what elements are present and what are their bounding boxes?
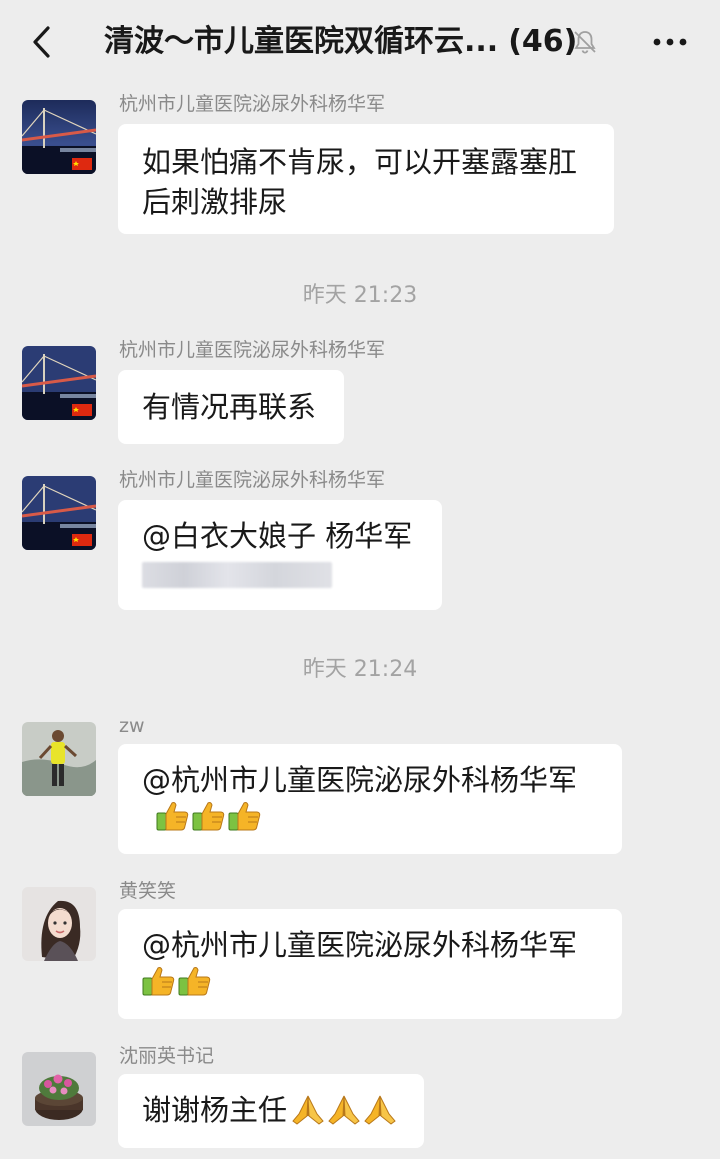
message-text: @白衣大娘子 杨华军: [142, 519, 413, 553]
message-text-line: 如果怕痛不肯尿，可以开塞露塞肛: [142, 145, 578, 179]
sender-name: 杭州市儿童医院泌尿外科杨华军: [119, 469, 386, 491]
bridge-avatar-icon: [22, 476, 96, 550]
avatar[interactable]: [22, 476, 96, 550]
sender-name: 杭州市儿童医院泌尿外科杨华军: [119, 339, 386, 361]
chat-title: 清波～市儿童医院双循环云... (46): [104, 22, 577, 62]
woman-avatar-icon: [22, 887, 96, 961]
thumbs-up-icon: [192, 802, 225, 831]
message-bubble[interactable]: 有情况再联系: [118, 370, 344, 444]
blurred-content: [142, 562, 332, 588]
message-bubble[interactable]: 谢谢杨主任: [118, 1074, 424, 1148]
thumbs-up-icon: [228, 802, 261, 831]
flower-pot-avatar-icon: [22, 1052, 96, 1126]
member-count: (46): [508, 24, 578, 59]
message-content: 谢谢杨主任: [142, 1090, 400, 1130]
chevron-left-icon: [33, 26, 50, 58]
bridge-avatar-icon: [22, 100, 96, 174]
message-bubble[interactable]: @杭州市儿童医院泌尿外科杨华军: [118, 744, 622, 854]
group-name: 清波～市儿童医院双循环云...: [104, 24, 499, 59]
bridge-avatar-icon: [22, 346, 96, 420]
message-text: @杭州市儿童医院泌尿外科杨华军: [142, 763, 578, 797]
avatar[interactable]: [22, 722, 96, 796]
avatar[interactable]: [22, 100, 96, 174]
message-text: 谢谢杨主任: [142, 1093, 288, 1127]
emoji-row: [142, 800, 598, 832]
emoji-row: [142, 965, 598, 997]
praying-hands-icon: [292, 1095, 324, 1125]
message-text: 有情况再联系: [142, 390, 317, 424]
person-avatar-icon: [22, 722, 96, 796]
bell-off-icon: [574, 31, 596, 54]
more-horizontal-icon: [653, 38, 687, 46]
avatar[interactable]: [22, 887, 96, 961]
sender-name: 杭州市儿童医院泌尿外科杨华军: [119, 93, 386, 115]
message-text: @杭州市儿童医院泌尿外科杨华军: [142, 928, 578, 962]
message-bubble[interactable]: @白衣大娘子 杨华军: [118, 500, 442, 610]
message-bubble[interactable]: 如果怕痛不肯尿，可以开塞露塞肛 后刺激排尿: [118, 124, 614, 234]
sender-name: zw: [119, 715, 145, 737]
timestamp: 昨天 21:24: [302, 657, 418, 682]
more-button[interactable]: [650, 28, 690, 56]
chat-header: 清波～市儿童医院双循环云... (46): [0, 0, 720, 84]
emoji-row: [291, 1094, 397, 1126]
thumbs-up-icon: [156, 802, 189, 831]
message-text-line: 后刺激排尿: [142, 185, 288, 219]
sender-name: 沈丽英书记: [119, 1045, 215, 1067]
praying-hands-icon: [328, 1095, 360, 1125]
avatar[interactable]: [22, 1052, 96, 1126]
message-list[interactable]: 杭州市儿童医院泌尿外科杨华军 如果怕痛不肯尿，可以开塞露塞肛 后刺激排尿 昨天 …: [0, 84, 720, 1159]
sender-name: 黄笑笑: [119, 880, 177, 902]
thumbs-up-icon: [178, 967, 211, 996]
praying-hands-icon: [364, 1095, 396, 1125]
message-bubble[interactable]: @杭州市儿童医院泌尿外科杨华军: [118, 909, 622, 1019]
back-button[interactable]: [22, 22, 62, 62]
avatar[interactable]: [22, 346, 96, 420]
timestamp: 昨天 21:23: [302, 283, 418, 308]
thumbs-up-icon: [142, 967, 175, 996]
